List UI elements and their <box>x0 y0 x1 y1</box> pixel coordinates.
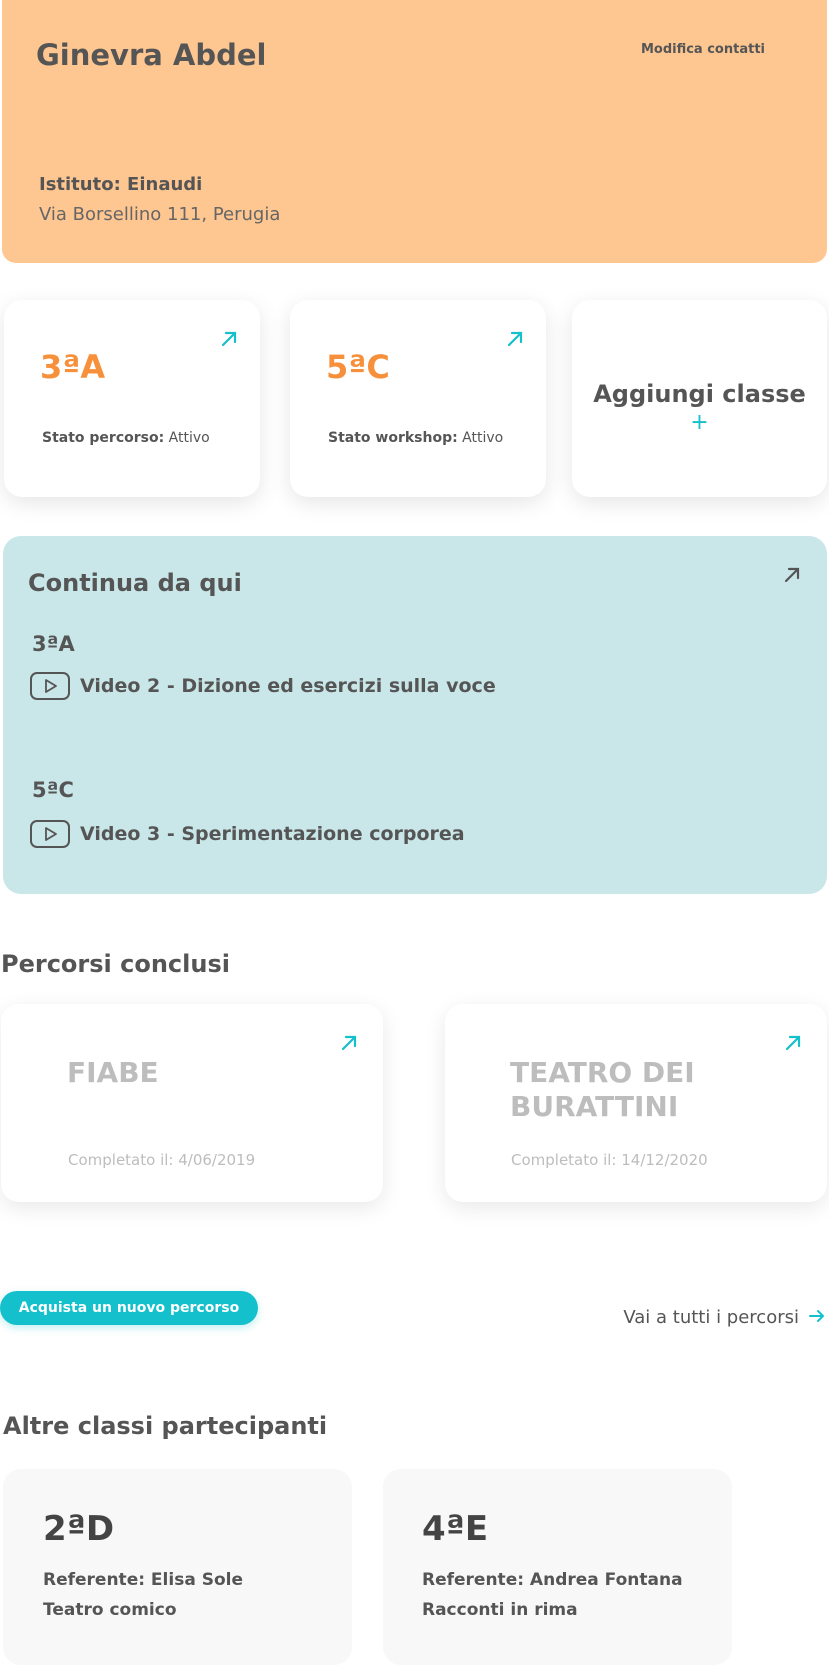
completed-card-fiabe[interactable]: FIABE Completato il: 4/06/2019 <box>1 1004 383 1202</box>
add-class-button[interactable]: Aggiungi classe + <box>572 300 827 497</box>
status-label: Stato percorso: <box>42 430 165 446</box>
other-classes-title: Altre classi partecipanti <box>3 1412 328 1440</box>
play-icon <box>30 820 70 848</box>
buy-new-course-button[interactable]: Acquista un nuovo percorso <box>0 1291 258 1325</box>
class-status: Stato workshop: Attivo <box>328 430 503 446</box>
status-value: Attivo <box>168 430 210 446</box>
video-title: Video 3 - Sperimentazione corporea <box>80 823 465 845</box>
arrow-up-right-icon[interactable] <box>218 328 240 350</box>
arrow-right-icon <box>809 1308 825 1328</box>
all-courses-label: Vai a tutti i percorsi <box>623 1307 799 1328</box>
completed-date: Completato il: 14/12/2020 <box>511 1151 708 1169</box>
other-class-referent: Referente: Elisa Sole <box>43 1570 243 1590</box>
continue-video-item[interactable]: Video 3 - Sperimentazione corporea <box>30 820 465 848</box>
class-card-5c[interactable]: 5ªC Stato workshop: Attivo <box>290 300 546 497</box>
other-class-course: Racconti in rima <box>422 1600 578 1620</box>
continue-section: Continua da qui 3ªA Video 2 - Dizione ed… <box>3 536 827 894</box>
completed-section-title: Percorsi conclusi <box>1 950 230 978</box>
completed-card-burattini[interactable]: TEATRO DEI BURATTINI Completato il: 14/1… <box>445 1004 827 1202</box>
edit-contacts-link[interactable]: Modifica contatti <box>641 42 765 57</box>
school-address: Via Borsellino 111, Perugia <box>39 204 281 225</box>
status-value: Attivo <box>462 430 504 446</box>
class-card-3a[interactable]: 3ªA Stato percorso: Attivo <box>4 300 260 497</box>
arrow-up-right-icon[interactable] <box>782 1032 804 1054</box>
continue-title: Continua da qui <box>28 569 242 597</box>
completed-date: Completato il: 4/06/2019 <box>68 1151 256 1169</box>
continue-class: 5ªC <box>32 778 74 802</box>
class-status: Stato percorso: Attivo <box>42 430 210 446</box>
completed-title: FIABE <box>67 1056 159 1089</box>
status-label: Stato workshop: <box>328 430 458 446</box>
other-class-code: 2ªD <box>43 1509 115 1549</box>
profile-name: Ginevra Abdel <box>36 38 267 72</box>
continue-class: 3ªA <box>32 632 75 656</box>
other-class-card[interactable]: 4ªE Referente: Andrea Fontana Racconti i… <box>383 1469 732 1665</box>
add-class-label: Aggiungi classe <box>593 380 806 408</box>
profile-card: Ginevra Abdel Modifica contatti Istituto… <box>2 0 827 263</box>
completed-title: TEATRO DEI BURATTINI <box>510 1056 695 1123</box>
arrow-up-right-icon[interactable] <box>338 1032 360 1054</box>
other-class-course: Teatro comico <box>43 1600 177 1620</box>
arrow-up-right-icon[interactable] <box>504 328 526 350</box>
other-class-code: 4ªE <box>422 1509 489 1549</box>
other-class-referent: Referente: Andrea Fontana <box>422 1570 683 1590</box>
other-class-card[interactable]: 2ªD Referente: Elisa Sole Teatro comico <box>3 1469 352 1665</box>
school-label: Istituto: Einaudi <box>39 174 203 195</box>
plus-icon: + <box>690 410 709 435</box>
class-code: 3ªA <box>40 348 106 386</box>
continue-video-item[interactable]: Video 2 - Dizione ed esercizi sulla voce <box>30 672 496 700</box>
arrow-up-right-icon[interactable] <box>781 564 803 586</box>
class-code: 5ªC <box>326 348 390 386</box>
all-courses-link[interactable]: Vai a tutti i percorsi <box>623 1307 825 1328</box>
video-title: Video 2 - Dizione ed esercizi sulla voce <box>80 675 496 697</box>
play-icon <box>30 672 70 700</box>
